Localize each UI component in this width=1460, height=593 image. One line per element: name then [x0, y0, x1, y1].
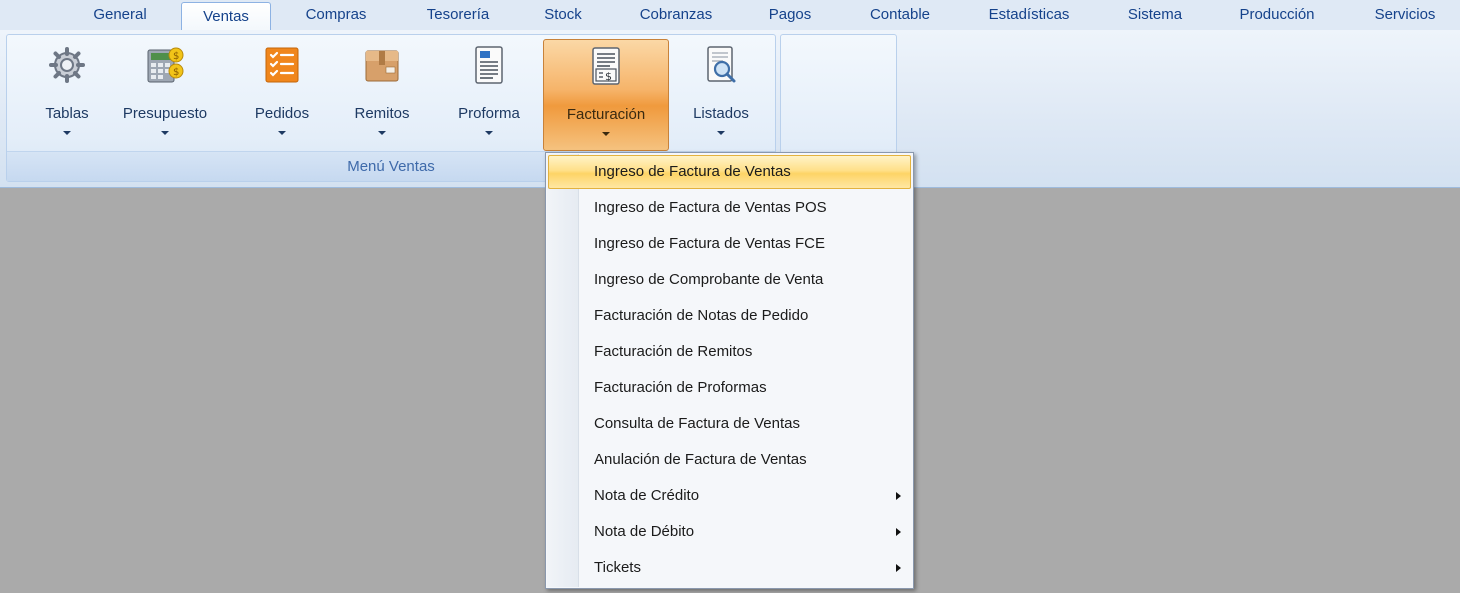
tab-general[interactable]: General — [78, 0, 162, 30]
menu-item-label: Ingreso de Factura de Ventas — [594, 163, 791, 180]
presupuesto-button[interactable]: $ $ Presupuesto — [111, 39, 219, 149]
svg-text:$: $ — [173, 51, 179, 62]
menu-item-tickets[interactable]: Tickets — [548, 551, 911, 585]
box-icon — [365, 50, 399, 82]
menu-item-ingreso-factura-ventas[interactable]: Ingreso de Factura de Ventas — [548, 155, 911, 189]
menu-item-label: Ingreso de Factura de Ventas FCE — [594, 235, 825, 252]
menu-item-label: Facturación de Proformas — [594, 379, 767, 396]
menu-item-nota-credito[interactable]: Nota de Crédito — [548, 479, 911, 513]
gears-icon — [49, 47, 85, 83]
chevron-down-icon — [717, 131, 725, 135]
tab-tesoreria[interactable]: Tesorería — [408, 0, 508, 30]
submenu-arrow-icon — [896, 492, 901, 500]
remitos-button[interactable]: Remitos — [337, 39, 427, 149]
pedidos-label: Pedidos — [254, 105, 310, 122]
menu-item-facturacion-notas-pedido[interactable]: Facturación de Notas de Pedido — [548, 299, 911, 333]
tablas-label: Tablas — [45, 105, 89, 122]
facturacion-label: Facturación — [566, 106, 646, 123]
menu-item-label: Facturación de Notas de Pedido — [594, 307, 809, 324]
tab-pagos[interactable]: Pagos — [754, 0, 826, 30]
tablas-button[interactable]: Tablas — [15, 39, 119, 149]
listados-label: Listados — [693, 105, 749, 122]
menu-item-label: Facturación de Remitos — [594, 343, 753, 360]
menu-item-consulta-factura-ventas[interactable]: Consulta de Factura de Ventas — [548, 407, 911, 441]
menu-item-facturacion-proformas[interactable]: Facturación de Proformas — [548, 371, 911, 405]
facturacion-button[interactable]: $ Facturación — [543, 39, 669, 151]
proforma-label: Proforma — [458, 105, 520, 122]
menu-item-label: Nota de Débito — [594, 523, 695, 540]
menu-item-label: Ingreso de Factura de Ventas POS — [594, 199, 827, 216]
tab-contable[interactable]: Contable — [850, 0, 950, 30]
menu-item-facturacion-remitos[interactable]: Facturación de Remitos — [548, 335, 911, 369]
chevron-down-icon — [602, 132, 610, 136]
chevron-down-icon — [161, 131, 169, 135]
checklist-icon — [265, 47, 299, 83]
document-magnifier-icon — [707, 46, 736, 83]
tab-estadisticas[interactable]: Estadísticas — [972, 0, 1086, 30]
remitos-label: Remitos — [354, 105, 410, 122]
tab-servicios[interactable]: Servicios — [1358, 0, 1452, 30]
tab-ventas[interactable]: Ventas — [181, 2, 271, 33]
tab-sistema[interactable]: Sistema — [1112, 0, 1198, 30]
presupuesto-label: Presupuesto — [122, 105, 208, 122]
tab-compras[interactable]: Compras — [290, 0, 382, 30]
submenu-arrow-icon — [896, 564, 901, 572]
menu-item-label: Consulta de Factura de Ventas — [594, 415, 800, 432]
chevron-down-icon — [485, 131, 493, 135]
svg-text:$: $ — [173, 67, 179, 78]
document-icon — [475, 46, 503, 84]
menu-item-label: Nota de Crédito — [594, 487, 700, 504]
menu-item-nota-debito[interactable]: Nota de Débito — [548, 515, 911, 549]
listados-button[interactable]: Listados — [677, 39, 765, 149]
menu-item-label: Anulación de Factura de Ventas — [594, 451, 807, 468]
ribbon-tab-strip: General Ventas Compras Tesorería Stock C… — [0, 0, 1460, 33]
tab-stock[interactable]: Stock — [528, 0, 598, 30]
tab-cobranzas[interactable]: Cobranzas — [622, 0, 730, 30]
facturacion-dropdown-menu: Ingreso de Factura de Ventas Ingreso de … — [545, 152, 914, 589]
menu-item-anulacion-factura-ventas[interactable]: Anulación de Factura de Ventas — [548, 443, 911, 477]
menu-item-ingreso-factura-ventas-fce[interactable]: Ingreso de Factura de Ventas FCE — [548, 227, 911, 261]
menu-item-ingreso-comprobante-venta[interactable]: Ingreso de Comprobante de Venta — [548, 263, 911, 297]
chevron-down-icon — [378, 131, 386, 135]
calculator-coins-icon: $ $ — [147, 47, 184, 83]
invoice-dollar-icon: $ — [592, 47, 620, 85]
proforma-button[interactable]: Proforma — [443, 39, 535, 149]
chevron-down-icon — [63, 131, 71, 135]
tab-produccion[interactable]: Producción — [1220, 0, 1334, 30]
svg-text:$: $ — [605, 70, 612, 83]
menu-item-label: Tickets — [594, 559, 641, 576]
submenu-arrow-icon — [896, 528, 901, 536]
menu-item-ingreso-factura-ventas-pos[interactable]: Ingreso de Factura de Ventas POS — [548, 191, 911, 225]
menu-item-label: Ingreso de Comprobante de Venta — [594, 271, 824, 288]
chevron-down-icon — [278, 131, 286, 135]
pedidos-button[interactable]: Pedidos — [237, 39, 327, 149]
